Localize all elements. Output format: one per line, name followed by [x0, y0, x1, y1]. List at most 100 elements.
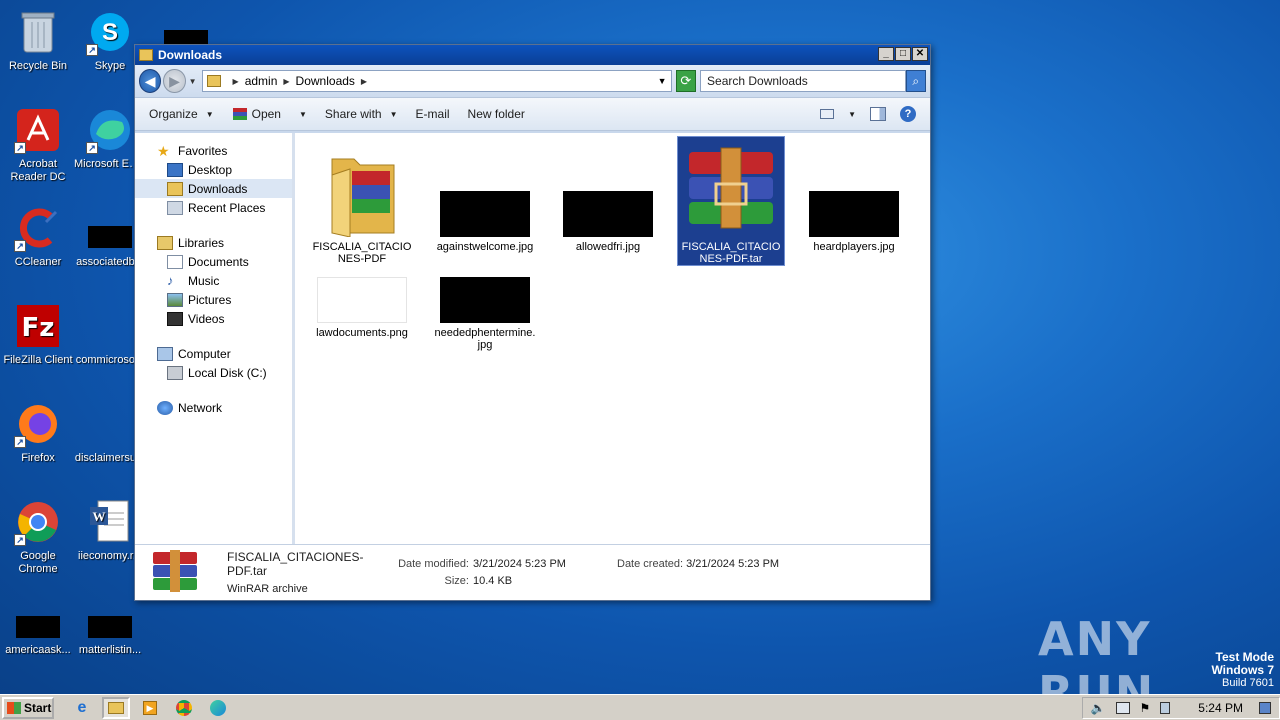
taskbar-edge[interactable]	[204, 697, 232, 719]
search-button[interactable]: ⌕	[905, 70, 927, 92]
desktop-icon-filezilla[interactable]: Fz FileZilla Client	[0, 302, 76, 367]
breadcrumb-admin[interactable]: admin	[245, 74, 278, 88]
taskbar-explorer[interactable]	[102, 696, 130, 719]
svg-text:S: S	[102, 19, 118, 46]
nav-documents[interactable]: Documents	[135, 252, 292, 271]
desktop-icon-acrobat[interactable]: ↗ Acrobat Reader DC	[0, 106, 76, 184]
file-name: allowedfri.jpg	[575, 241, 641, 253]
back-button[interactable]: ◀	[139, 69, 162, 93]
desktop-icon-recycle-bin[interactable]: Recycle Bin	[0, 8, 76, 73]
minimize-button[interactable]: _	[878, 47, 894, 61]
new-folder-label: New folder	[467, 107, 525, 121]
volume-icon[interactable]: 🔈	[1091, 701, 1106, 715]
black-thumbnail	[164, 30, 208, 44]
breadcrumb-downloads[interactable]: Downloads	[296, 74, 355, 88]
desktop-icon-label: Recycle Bin	[8, 60, 68, 72]
nav-network[interactable]: Network	[135, 398, 292, 417]
nav-pictures[interactable]: Pictures	[135, 290, 292, 309]
nav-computer[interactable]: Computer	[135, 344, 292, 363]
firefox-icon: ↗	[14, 400, 62, 448]
file-item-image[interactable]: heardplayers.jpg	[801, 137, 907, 253]
address-row: ◀ ▶ ▼ ▶ admin ▶ Downloads ▶ ▼ ⟳ Search D…	[135, 65, 930, 97]
taskbar-internet-explorer[interactable]: e	[68, 697, 96, 719]
email-button[interactable]: E-mail	[416, 107, 450, 121]
view-options-icon[interactable]	[820, 109, 835, 119]
nav-desktop[interactable]: Desktop	[135, 160, 292, 179]
file-name: FISCALIA_CITACIONES-PDF.tar	[681, 241, 781, 265]
taskbar-media-player[interactable]: ▶	[136, 697, 164, 719]
open-button[interactable]: Open ▼	[232, 107, 307, 121]
svg-text:W: W	[93, 509, 106, 524]
date-created-value: 3/21/2024 5:23 PM	[686, 558, 780, 570]
refresh-icon: ⟳	[680, 73, 692, 88]
preview-pane-icon[interactable]	[870, 107, 886, 121]
power-tray-icon[interactable]	[1160, 701, 1171, 714]
network-tray-icon[interactable]	[1115, 701, 1130, 714]
file-name: neededphentermine.jpg	[434, 327, 536, 351]
close-button[interactable]: ✕	[912, 47, 928, 61]
clock[interactable]: 5:24 PM	[1198, 701, 1243, 715]
start-button[interactable]: Start	[2, 696, 54, 719]
desktop-icon-matterlistin[interactable]: matterlistin...	[72, 614, 148, 657]
downloads-folder-icon	[167, 181, 183, 196]
desktop-icon-ccleaner[interactable]: ↗ CCleaner	[0, 204, 76, 269]
organize-button[interactable]: Organize ▼	[149, 107, 214, 121]
chevron-right-icon[interactable]: ▶	[233, 77, 239, 86]
command-bar: Organize ▼ Open ▼ Share with ▼ E-mail New f…	[135, 97, 930, 131]
test-mode-watermark: Test Mode Windows 7 Build 7601	[1211, 651, 1274, 690]
file-item-image[interactable]: againstwelcome.jpg	[432, 137, 538, 253]
window-title: Downloads	[158, 48, 223, 62]
videos-icon	[167, 311, 183, 326]
chevron-down-icon: ▼	[205, 109, 214, 119]
nav-favorites[interactable]: ★ Favorites	[135, 141, 292, 160]
file-item-image[interactable]: lawdocuments.png	[309, 269, 415, 339]
chevron-down-icon[interactable]: ▼	[848, 110, 856, 119]
show-desktop-icon[interactable]	[1259, 701, 1271, 714]
nav-recent-places[interactable]: Recent Places	[135, 198, 292, 217]
edge-icon: ↗	[86, 106, 134, 154]
desktop-icon-firefox[interactable]: ↗ Firefox	[0, 400, 76, 465]
action-center-flag-icon[interactable]: ⚑	[1140, 701, 1151, 715]
title-bar[interactable]: Downloads _ □ ✕	[135, 45, 930, 65]
file-name: lawdocuments.png	[316, 327, 408, 339]
size-value: 10.4 KB	[473, 575, 513, 587]
image-thumbnail	[801, 141, 907, 237]
file-item-archive[interactable]: FISCALIA_CITACIONES-PDF.tar	[677, 136, 785, 266]
recent-pages-dropdown[interactable]: ▼	[189, 77, 197, 86]
address-history-dropdown[interactable]: ▼	[658, 76, 667, 86]
file-item-image[interactable]: neededphentermine.jpg	[432, 269, 538, 351]
size-label: Size:	[444, 575, 469, 587]
file-thumbnail-icon	[86, 400, 134, 448]
address-bar[interactable]: ▶ admin ▶ Downloads ▶ ▼	[201, 70, 672, 92]
refresh-button[interactable]: ⟳	[675, 70, 697, 92]
file-item-image[interactable]: allowedfri.jpg	[555, 137, 661, 253]
search-placeholder: Search Downloads	[707, 74, 808, 88]
chevron-right-icon[interactable]: ▶	[361, 77, 367, 86]
share-with-button[interactable]: Share with ▼	[325, 107, 398, 121]
nav-music[interactable]: ♪ Music	[135, 271, 292, 290]
new-folder-button[interactable]: New folder	[468, 107, 525, 121]
search-icon: ⌕	[912, 73, 920, 88]
desktop-icon-americaask[interactable]: americaask...	[0, 614, 76, 657]
chevron-right-icon[interactable]: ▶	[283, 77, 289, 86]
nav-local-disk[interactable]: Local Disk (C:)	[135, 363, 292, 382]
nav-libraries[interactable]: Libraries	[135, 233, 292, 252]
file-thumbnail-icon	[14, 614, 62, 640]
maximize-button[interactable]: □	[895, 47, 911, 61]
chrome-icon: ↗	[14, 498, 62, 546]
system-tray: 🔈 ⚑ 5:24 PM	[1081, 696, 1280, 719]
media-player-icon: ▶	[143, 700, 157, 715]
folder-icon	[108, 701, 124, 714]
nav-videos[interactable]: Videos	[135, 309, 292, 328]
help-icon[interactable]: ?	[900, 106, 916, 122]
nav-downloads[interactable]: Downloads	[135, 179, 292, 198]
desktop-icon-label: Google Chrome	[18, 550, 58, 575]
desktop-icon-chrome[interactable]: ↗ Google Chrome	[0, 498, 76, 576]
forward-button[interactable]: ▶	[163, 69, 186, 93]
taskbar-chrome[interactable]	[170, 697, 198, 719]
windows-logo-icon	[7, 701, 21, 714]
desktop-icon-label: Acrobat Reader DC	[10, 158, 66, 183]
folder-icon	[139, 49, 153, 61]
search-input[interactable]: Search Downloads	[700, 70, 906, 92]
file-item-folder[interactable]: FISCALIA_CITACIONES-PDF	[309, 137, 415, 265]
